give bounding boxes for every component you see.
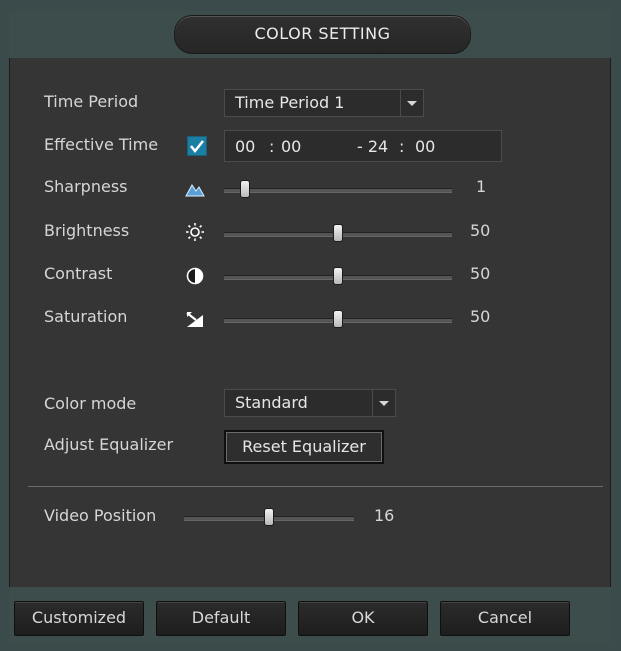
reset-equalizer-button[interactable]: Reset Equalizer	[224, 430, 384, 464]
contrast-slider[interactable]	[224, 266, 452, 286]
adjust-equalizer-label: Adjust Equalizer	[44, 435, 174, 454]
saturation-slider[interactable]	[224, 309, 452, 329]
effective-time-label: Effective Time	[44, 135, 159, 154]
sharpness-label: Sharpness	[44, 177, 128, 196]
start-minute-field[interactable]: 00	[281, 137, 301, 156]
start-separator: :	[269, 137, 275, 156]
saturation-value: 50	[470, 307, 491, 326]
color-mode-label: Color mode	[44, 394, 137, 413]
slider-thumb[interactable]	[264, 508, 274, 526]
default-button[interactable]: Default	[156, 601, 286, 636]
customized-button[interactable]: Customized	[14, 601, 144, 636]
sharpness-icon	[185, 184, 205, 197]
slider-thumb[interactable]	[239, 180, 250, 198]
slider-thumb[interactable]	[333, 224, 343, 242]
brightness-value: 50	[470, 221, 491, 240]
chevron-down-icon[interactable]	[372, 390, 395, 416]
time-period-label: Time Period	[44, 92, 139, 111]
video-position-label: Video Position	[44, 506, 157, 525]
start-hour-field[interactable]: 00	[235, 137, 255, 156]
end-minute-field[interactable]: 00	[415, 137, 435, 156]
color-mode-dropdown[interactable]: Standard	[224, 389, 396, 417]
sharpness-value: 1	[476, 177, 487, 196]
saturation-label: Saturation	[44, 307, 128, 326]
divider	[28, 486, 603, 487]
contrast-label: Contrast	[44, 264, 113, 283]
time-period-value: Time Period 1	[235, 93, 345, 112]
end-separator: :	[399, 137, 405, 156]
contrast-icon	[186, 267, 204, 285]
brightness-icon	[186, 223, 204, 241]
checkmark-icon	[190, 140, 204, 154]
slider-track	[224, 188, 452, 193]
slider-thumb[interactable]	[333, 267, 343, 285]
dialog-title: COLOR SETTING	[174, 15, 471, 54]
brightness-label: Brightness	[44, 221, 130, 240]
brightness-slider[interactable]	[224, 223, 452, 243]
ok-button[interactable]: OK	[298, 601, 428, 636]
video-position-value: 16	[374, 506, 395, 525]
slider-thumb[interactable]	[333, 310, 343, 328]
video-position-slider[interactable]	[184, 507, 354, 527]
time-period-dropdown[interactable]: Time Period 1	[224, 89, 424, 117]
chevron-down-icon[interactable]	[400, 90, 423, 116]
color-mode-value: Standard	[235, 393, 308, 412]
saturation-icon	[186, 312, 203, 327]
effective-time-field[interactable]: 00 : 00 - 24 : 00	[224, 130, 502, 162]
end-hour-field[interactable]: - 24	[357, 137, 388, 156]
sharpness-slider[interactable]	[224, 179, 452, 199]
contrast-value: 50	[470, 264, 491, 283]
cancel-button[interactable]: Cancel	[440, 601, 570, 636]
effective-time-checkbox[interactable]	[187, 136, 207, 156]
